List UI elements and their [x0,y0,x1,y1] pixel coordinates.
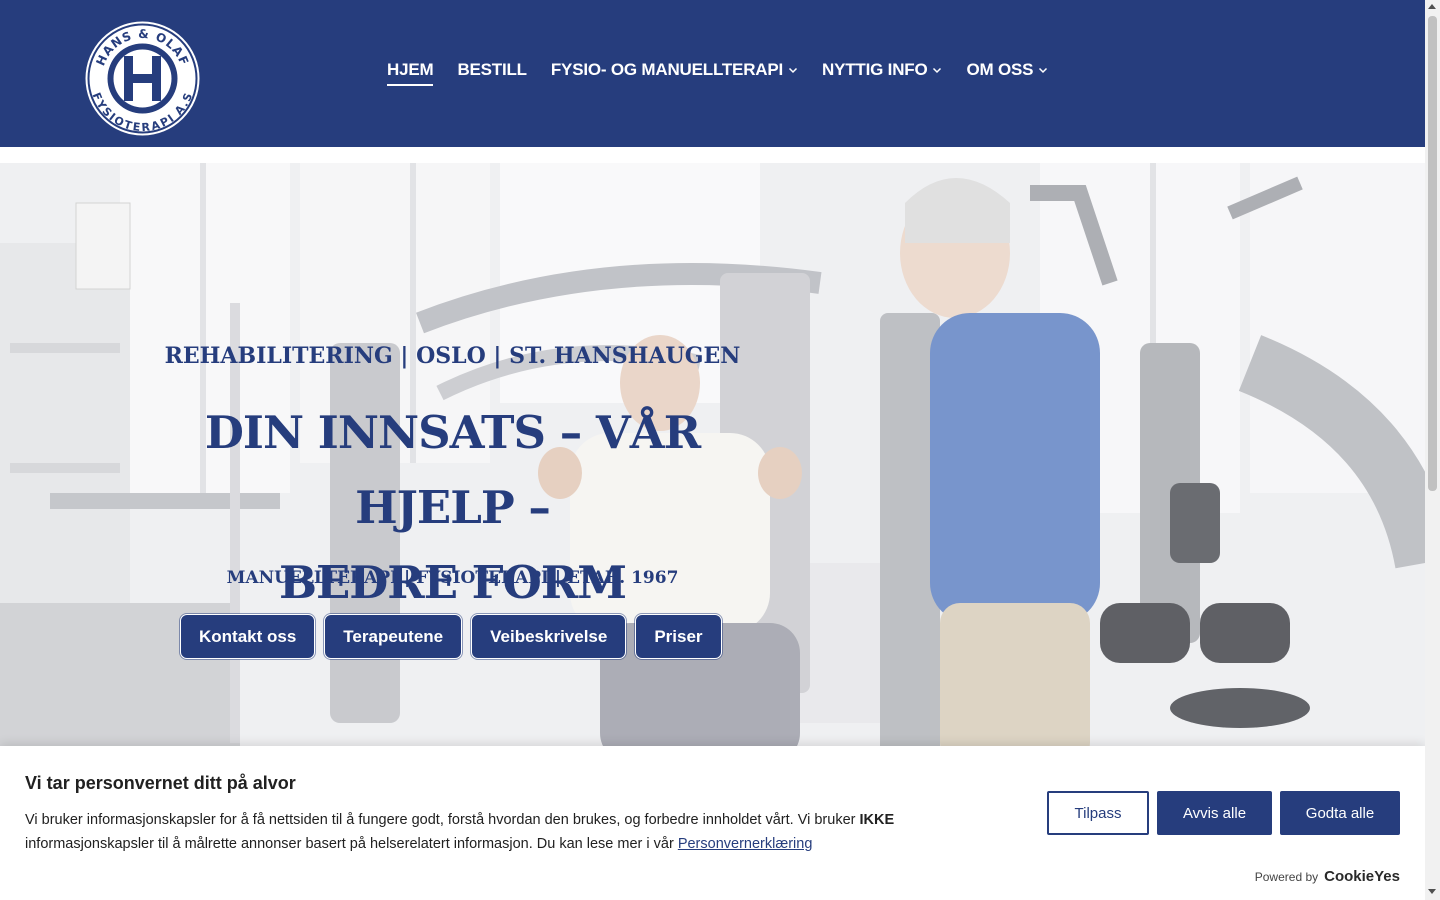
chevron-down-icon [1039,67,1048,74]
reject-all-button[interactable]: Avvis alle [1157,791,1272,835]
nav-label: OM OSS [966,60,1034,79]
chevron-down-icon [933,67,942,74]
page: HANS & OLAF FYSIOTERAPI A.S HJEM BESTILL… [0,0,1440,900]
scrollbar-thumb[interactable] [1428,16,1437,491]
hero-section: REHABILITERING | OSLO | ST. HANSHAUGEN D… [0,163,1425,763]
customize-button[interactable]: Tilpass [1047,791,1149,835]
hero-kicker-bottom: MANUELLTERAPI | FYSIOTERAPI | ETAB. 1967 [226,568,679,588]
scroll-up-arrow-icon[interactable] [1428,4,1436,9]
cookie-description: Vi bruker informasjonskapsler for å få n… [25,808,985,856]
nav-item-om-oss[interactable]: OM OSS [966,56,1048,84]
scroll-down-arrow-icon[interactable] [1428,889,1436,894]
cookie-consent-banner: Vi tar personvernet ditt på alvor Vi bru… [0,746,1425,900]
main-nav: HJEM BESTILL FYSIO- OG MANUELLTERAPI NYT… [387,56,1072,86]
powered-by-label: Powered by [1254,870,1319,884]
cookie-text-part2: informasjonskapsler til å målrette annon… [25,836,678,852]
nav-item-hjem[interactable]: HJEM [387,56,434,86]
nav-label: FYSIO- OG MANUELLTERAPI [550,60,784,79]
cookie-text-part1: Vi bruker informasjonskapsler for å få n… [25,812,860,828]
privacy-policy-link[interactable]: Personvernerklæring [678,836,813,852]
kontakt-oss-button[interactable]: Kontakt oss [180,614,316,659]
nav-label: HJEM [387,60,434,79]
hero-button-group: Kontakt oss Terapeutene Veibeskrivelse P… [180,614,731,659]
nav-label: NYTTIG INFO [822,60,928,79]
hero-headline-line1: DIN INNSATS – VÅR HJELP – [204,406,701,534]
nav-item-nyttig-info[interactable]: NYTTIG INFO [822,56,942,84]
terapeutene-button[interactable]: Terapeutene [324,614,463,659]
page-scrollbar[interactable] [1425,0,1440,900]
hero-kicker-top: REHABILITERING | OSLO | ST. HANSHAUGEN [164,343,741,369]
nav-item-fysio-og-manuellterapi[interactable]: FYSIO- OG MANUELLTERAPI [551,56,798,84]
nav-item-bestill[interactable]: BESTILL [457,56,527,84]
veibeskrivelse-button[interactable]: Veibeskrivelse [471,614,627,659]
powered-by: Powered by CookieYes [1255,868,1400,885]
nav-label: BESTILL [457,60,527,79]
cookie-title: Vi tar personvernet ditt på alvor [25,773,296,793]
cookieyes-logo[interactable]: CookieYes [1324,868,1400,885]
accept-all-button[interactable]: Godta alle [1280,791,1400,835]
site-header: HANS & OLAF FYSIOTERAPI A.S HJEM BESTILL… [0,0,1425,147]
cookie-text-bold: IKKE [859,812,895,828]
logo[interactable]: HANS & OLAF FYSIOTERAPI A.S [84,20,201,137]
priser-button[interactable]: Priser [635,614,722,659]
logo-emblem-icon: HANS & OLAF FYSIOTERAPI A.S [85,21,200,136]
chevron-down-icon [788,67,798,74]
